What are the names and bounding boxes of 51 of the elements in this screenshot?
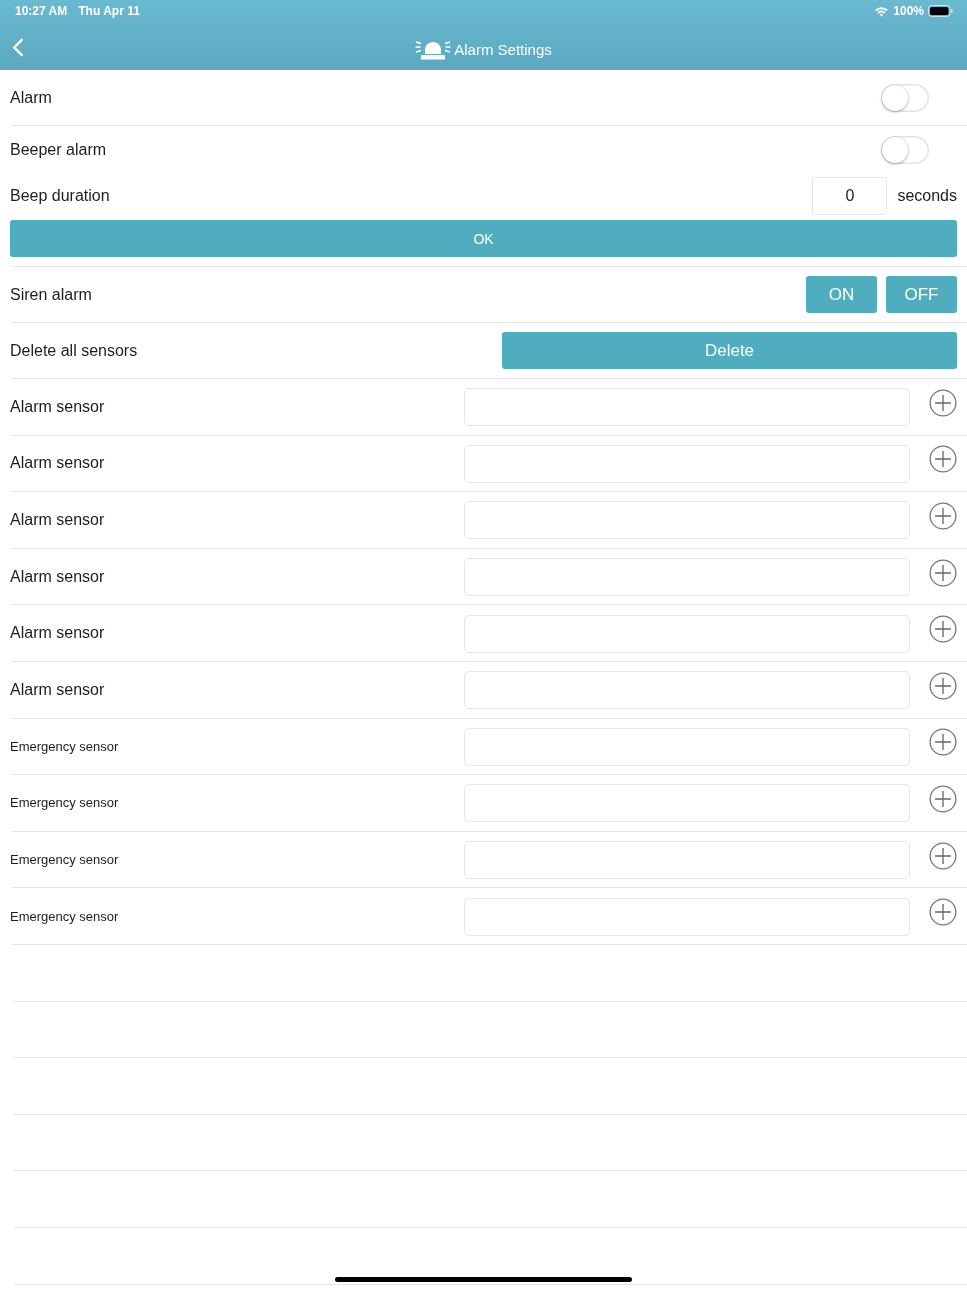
plus-circle-icon[interactable] — [929, 502, 957, 530]
plus-circle-icon[interactable] — [929, 388, 957, 417]
wifi-icon — [874, 5, 890, 17]
sensor-label: Emergency sensor — [10, 795, 119, 811]
sensor-label: Alarm sensor — [10, 624, 105, 643]
nav-title: Alarm Settings — [454, 40, 552, 58]
battery-percent: 100% — [893, 4, 924, 18]
plus-circle-icon[interactable] — [929, 615, 957, 644]
status-date: Thu Apr 11 — [78, 4, 140, 18]
sensor-label: Emergency sensor — [10, 738, 119, 754]
sensor-field[interactable] — [464, 444, 910, 483]
plus-circle-icon[interactable] — [929, 558, 957, 587]
sensor-label: Emergency sensor — [10, 908, 119, 924]
sensor-field[interactable] — [464, 388, 910, 427]
setting-label: Delete all sensors — [10, 341, 138, 360]
sensor-field[interactable] — [464, 841, 910, 880]
sensor-label: Alarm sensor — [10, 680, 105, 699]
toggle-switch[interactable] — [881, 136, 929, 164]
ok-button[interactable]: OK — [10, 220, 957, 257]
siren-option-button[interactable]: OFF — [886, 276, 957, 313]
sensor-field[interactable] — [464, 784, 910, 823]
setting-label: Beeper alarm — [10, 141, 107, 159]
sensor-field[interactable] — [464, 727, 910, 766]
plus-circle-icon[interactable] — [929, 671, 957, 700]
setting-label: Siren alarm — [10, 285, 92, 304]
plus-circle-icon[interactable] — [929, 784, 957, 813]
setting-label: Alarm — [10, 88, 52, 107]
sensor-field[interactable] — [464, 501, 910, 540]
siren-icon — [415, 38, 452, 60]
duration-field[interactable]: 0 — [812, 177, 888, 215]
sensor-label: Emergency sensor — [10, 852, 119, 868]
sensor-field[interactable] — [464, 614, 910, 653]
plus-circle-icon[interactable] — [929, 898, 957, 927]
chevron-left-icon[interactable] — [12, 38, 24, 57]
toggle-switch[interactable] — [881, 83, 929, 112]
delete-button[interactable]: Delete — [502, 332, 957, 369]
status-time: 10:27 AM — [15, 4, 68, 18]
setting-label: Beep duration — [10, 187, 110, 205]
sensor-field[interactable] — [464, 558, 910, 597]
sensor-label: Alarm sensor — [10, 397, 105, 416]
sensor-label: Alarm sensor — [10, 511, 105, 529]
plus-circle-icon[interactable] — [929, 841, 957, 870]
unit-label: seconds — [897, 187, 957, 205]
sensor-label: Alarm sensor — [10, 454, 105, 473]
battery-icon — [928, 5, 953, 17]
plus-circle-icon[interactable] — [929, 728, 957, 757]
sensor-label: Alarm sensor — [10, 567, 105, 586]
plus-circle-icon[interactable] — [929, 445, 957, 474]
sensor-field[interactable] — [464, 897, 910, 936]
siren-option-button[interactable]: ON — [806, 276, 877, 313]
sensor-field[interactable] — [464, 671, 910, 710]
